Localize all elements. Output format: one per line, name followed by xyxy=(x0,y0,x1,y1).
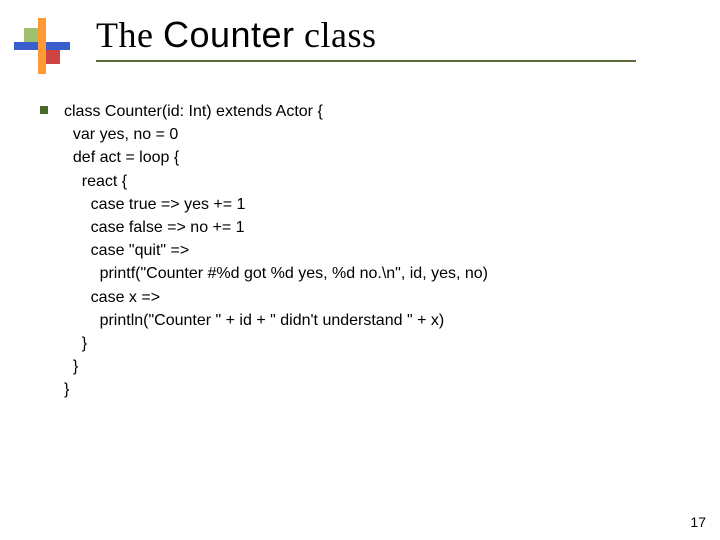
code-line: printf("Counter #%d got %d yes, %d no.\n… xyxy=(64,262,684,285)
title-part-3: class xyxy=(295,15,377,55)
code-line: react { xyxy=(64,170,684,193)
title-part-2: Counter xyxy=(163,14,295,55)
code-line: } xyxy=(64,332,684,355)
code-line: var yes, no = 0 xyxy=(64,123,684,146)
bullet-icon xyxy=(40,106,48,114)
slide-title-wrap: The Counter class xyxy=(96,14,636,62)
code-line: class Counter(id: Int) extends Actor { xyxy=(64,100,684,123)
code-line: } xyxy=(64,378,684,401)
slide-title: The Counter class xyxy=(96,14,636,56)
code-block: class Counter(id: Int) extends Actor { v… xyxy=(64,100,684,401)
code-line: case false => no += 1 xyxy=(64,216,684,239)
code-line: def act = loop { xyxy=(64,146,684,169)
code-line: } xyxy=(64,355,684,378)
code-line: case x => xyxy=(64,286,684,309)
code-line: case "quit" => xyxy=(64,239,684,262)
page-number: 17 xyxy=(690,514,706,530)
slide-logo xyxy=(14,18,70,74)
title-part-1: The xyxy=(96,15,163,55)
code-line: println("Counter " + id + " didn't under… xyxy=(64,309,684,332)
title-underline xyxy=(96,60,636,62)
code-line: case true => yes += 1 xyxy=(64,193,684,216)
